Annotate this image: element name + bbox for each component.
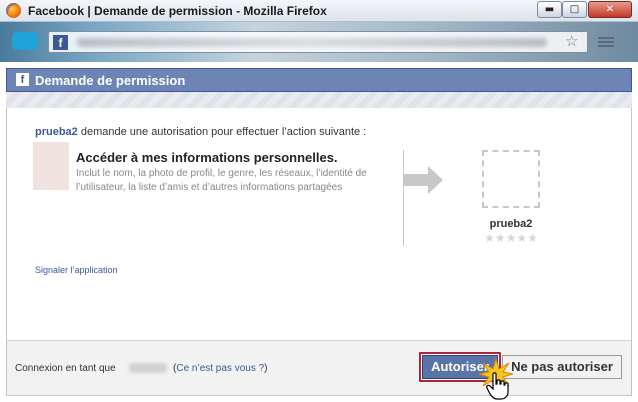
- hand-cursor-icon: [486, 372, 509, 400]
- app-image-placeholder: [482, 150, 540, 208]
- window-title: Facebook | Demande de permission - Mozil…: [28, 4, 327, 18]
- navigation-bar: f ☆: [0, 22, 638, 62]
- login-username-blurred: [129, 363, 167, 373]
- header-hatch-strip: [6, 92, 632, 108]
- url-text-blurred: [77, 38, 547, 47]
- not-you-text: (Ce n’est pas vous ?): [173, 363, 268, 374]
- site-identity-icon[interactable]: [12, 32, 38, 50]
- minimize-button[interactable]: ▬: [537, 1, 562, 18]
- maximize-button[interactable]: □: [562, 1, 587, 18]
- dialog-title: Demande de permission: [35, 73, 186, 88]
- url-bar[interactable]: f ☆: [48, 31, 588, 53]
- report-app-link[interactable]: Signaler l’application: [35, 265, 118, 275]
- arrow-right-icon: [404, 166, 443, 194]
- app-rating-stars: ★★★★★: [484, 231, 538, 245]
- app-name: prueba2: [489, 218, 533, 230]
- permission-description: Inclut le nom, la photo de profil, le ge…: [76, 168, 367, 193]
- facebook-favicon-icon: f: [53, 35, 68, 50]
- firefox-icon: [6, 3, 21, 18]
- dialog-header: f Demande de permission: [6, 68, 632, 92]
- request-app-name[interactable]: prueba2: [35, 126, 78, 138]
- close-button[interactable]: ✕: [588, 1, 632, 18]
- permission-title: Accéder à mes informations personnelles.: [76, 150, 338, 165]
- not-you-link[interactable]: Ce n’est pas vous ?: [176, 363, 264, 374]
- deny-button[interactable]: Ne pas autoriser: [502, 355, 622, 379]
- paren-close: ): [264, 363, 268, 374]
- request-text: demande une autorisation pour effectuer …: [77, 126, 367, 138]
- permission-icon: [33, 142, 69, 190]
- facebook-logo-icon: f: [16, 73, 29, 86]
- menu-icon[interactable]: [598, 37, 614, 47]
- request-line: prueba2 demande une autorisation pour ef…: [35, 126, 366, 138]
- bookmark-star-icon[interactable]: ☆: [565, 33, 578, 51]
- login-label: Connexion en tant que: [15, 363, 116, 374]
- window-titlebar: Facebook | Demande de permission - Mozil…: [0, 0, 638, 22]
